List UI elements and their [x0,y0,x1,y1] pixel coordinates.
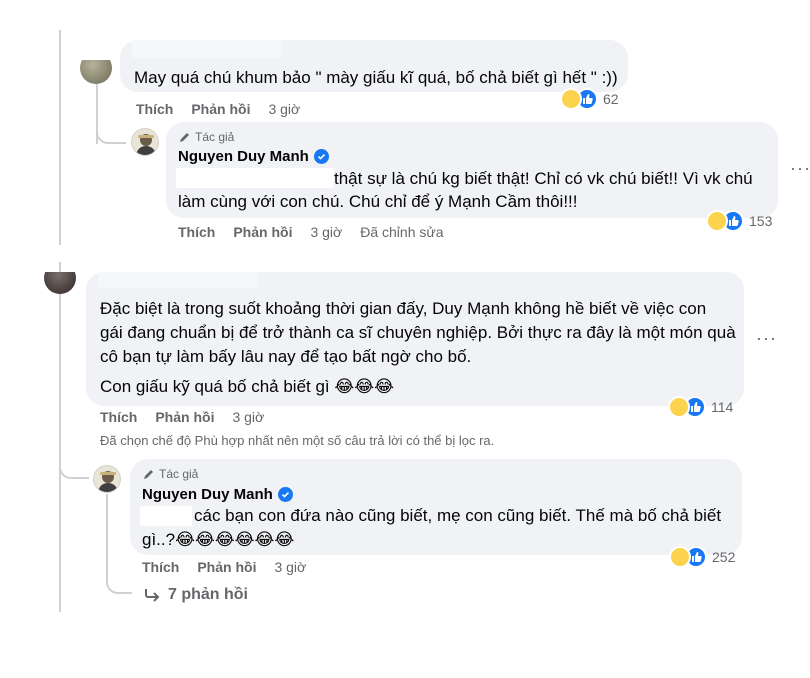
thread-line [106,494,108,574]
thread-curve [96,126,126,144]
reply-text-line: thật sự là chú kg biết thật! Chỉ có vk c… [334,169,753,188]
laughing-emoji: 😂😂😂😂😂😂 [175,530,295,549]
thread-line [59,262,61,612]
comment-text-line: Con giấu kỹ quá bố chả biết gì 😂😂😂 [100,375,394,399]
reaction-summary[interactable]: 114 [668,396,733,418]
comment-text-line: cô bạn tự làm bấy lâu nay để tạo bất ngờ… [100,347,472,366]
edited-label[interactable]: Đã chỉnh sửa [360,224,443,240]
timestamp[interactable]: 3 giờ [232,409,264,425]
verified-icon [277,487,293,502]
reply-text-line: các bạn con đứa nào cũng biết, mẹ con cũ… [194,506,722,525]
reaction-icons [668,396,708,418]
redacted-name [132,40,282,58]
avatar[interactable] [80,60,112,84]
more-replies-label: 7 phản hồi [168,586,248,603]
reply-button[interactable]: Phản hồi [191,101,250,117]
author-badge: Tác giả [178,130,234,144]
like-button[interactable]: Thích [100,409,137,425]
author-badge: Tác giả [142,467,198,481]
reply-arrow-icon [145,589,160,602]
author-name[interactable]: Nguyen Duy Manh [142,486,293,503]
like-button[interactable]: Thích [136,101,173,117]
reaction-icons [706,210,746,232]
timestamp[interactable]: 3 giờ [268,101,300,117]
pen-icon [144,469,153,479]
author-name[interactable]: Nguyen Duy Manh [178,148,329,165]
author-badge-label: Tác giả [195,130,235,144]
reaction-count: 114 [711,399,734,415]
reply-actions: Thích Phản hồi 3 giờ [142,559,324,575]
view-more-replies[interactable]: 7 phản hồi [144,586,248,604]
reply-button[interactable]: Phản hồi [197,559,256,575]
author-avatar[interactable] [131,128,159,156]
reply-text: gì..? [142,530,176,549]
reaction-count: 153 [749,213,773,229]
reply-text-line: làm cùng với con chú. Chú chỉ để ý Mạnh … [178,192,578,211]
timestamp[interactable]: 3 giờ [274,559,306,575]
reply-actions: Thích Phản hồi 3 giờ Đã chỉnh sửa [178,224,462,240]
reaction-count: 252 [712,549,736,565]
reaction-icons [560,88,600,110]
reaction-summary[interactable]: 153 [706,210,772,232]
comment-text-line: Đặc biệt là trong suốt khoảng thời gian … [100,299,707,318]
redacted-mention [176,168,334,188]
author-badge-label: Tác giả [159,467,199,481]
comment-actions: Thích Phản hồi 3 giờ [100,409,282,425]
reply-button[interactable]: Phản hồi [155,409,214,425]
redacted-name [98,272,258,288]
reaction-count: 62 [603,91,619,107]
haha-reaction-icon [560,88,582,110]
verified-icon [313,149,329,164]
pen-icon [180,132,189,142]
comment-text: Con giấu kỹ quá bố chả biết gì [100,377,330,396]
timestamp[interactable]: 3 giờ [310,224,342,240]
thread-curve [106,570,132,594]
person-icon [136,134,156,155]
author-name-text: Nguyen Duy Manh [142,486,273,503]
more-options-icon[interactable]: ··· [756,328,777,349]
like-button[interactable]: Thích [142,559,179,575]
comment-actions: Thích Phản hồi 3 giờ [136,101,318,117]
haha-reaction-icon [669,546,691,568]
person-icon [98,471,118,492]
reaction-icons [669,546,709,568]
comment-text-line: gái đang chuẩn bị để trở thành ca sĩ chu… [100,323,736,342]
haha-reaction-icon [668,396,690,418]
thread-curve [59,455,89,479]
laughing-emoji: 😂😂😂 [334,377,394,396]
comment-text: May quá chú khum bảo " mày giấu kĩ quá, … [134,68,618,87]
more-options-icon[interactable]: ··· [790,158,810,179]
like-button[interactable]: Thích [178,224,215,240]
redacted-mention [140,506,192,526]
thread-line [59,30,61,245]
author-avatar[interactable] [93,465,121,493]
reply-button[interactable]: Phản hồi [233,224,292,240]
reaction-summary[interactable]: 252 [669,546,735,568]
author-name-text: Nguyen Duy Manh [178,148,309,165]
haha-reaction-icon [706,210,728,232]
filter-note: Đã chọn chế độ Phù hợp nhất nên một số c… [100,433,495,448]
reaction-summary[interactable]: 62 [560,88,619,110]
reply-text-line: gì..?😂😂😂😂😂😂 [142,528,294,552]
